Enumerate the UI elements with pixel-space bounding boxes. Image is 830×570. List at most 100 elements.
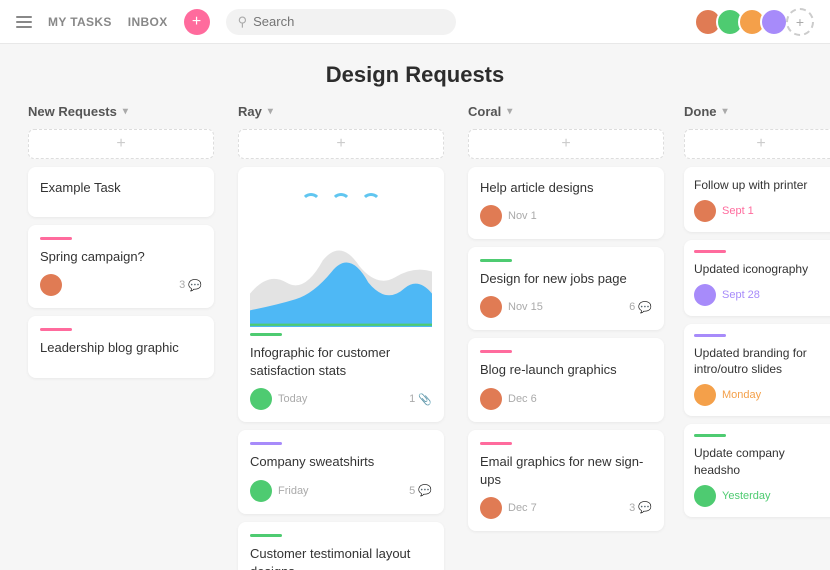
column-ray: Ray ▾ + — [226, 104, 456, 570]
column-title-coral: Coral — [468, 104, 501, 119]
add-card-done[interactable]: + — [684, 129, 830, 159]
add-card-coral[interactable]: + — [468, 129, 664, 159]
comment-count: 5 💬 — [409, 484, 432, 497]
top-nav: MY TASKS INBOX + ⚲ + — [0, 0, 830, 44]
card-date: Friday — [278, 485, 309, 497]
add-card-new-requests[interactable]: + — [28, 129, 214, 159]
column-done: Done ▾ + Follow up with printer Sept 1 U… — [676, 104, 830, 570]
card-title: Updated branding for intro/outro slides — [694, 345, 828, 379]
column-header-new-requests: New Requests ▾ — [28, 104, 214, 119]
avatar — [250, 480, 272, 502]
page-title: Design Requests — [0, 62, 830, 88]
card-bar — [250, 333, 282, 336]
card-bar — [694, 250, 726, 253]
card-spring-campaign: Spring campaign? 3 💬 — [28, 225, 214, 308]
search-bar: ⚲ — [226, 9, 456, 35]
inbox-tab[interactable]: INBOX — [128, 15, 168, 29]
card-title: Infographic for customer satisfaction st… — [250, 344, 432, 380]
card-date: Monday — [722, 389, 761, 401]
card-design-jobs: Design for new jobs page Nov 15 6 💬 — [468, 247, 664, 330]
card-help-article: Help article designs Nov 1 — [468, 167, 664, 239]
card-title: Company sweatshirts — [250, 453, 432, 471]
card-follow-up-printer: Follow up with printer Sept 1 — [684, 167, 830, 232]
card-footer: Nov 15 6 💬 — [480, 296, 652, 318]
avatar — [694, 485, 716, 507]
add-task-button[interactable]: + — [184, 9, 210, 35]
card-date: Today — [278, 393, 307, 405]
column-coral: Coral ▾ + Help article designs Nov 1 Des… — [456, 104, 676, 570]
search-input[interactable] — [253, 14, 444, 29]
card-title: Design for new jobs page — [480, 270, 652, 288]
avatar — [40, 274, 62, 296]
chevron-down-icon: ▾ — [123, 106, 128, 117]
card-title: Help article designs — [480, 179, 652, 197]
menu-icon[interactable] — [16, 16, 32, 28]
card-footer: Dec 6 — [480, 388, 652, 410]
chevron-down-icon: ▾ — [268, 106, 273, 117]
column-header-coral: Coral ▾ — [468, 104, 664, 119]
attachment-count: 1 📎 — [409, 393, 432, 406]
card-title: Example Task — [40, 179, 202, 197]
chevron-down-icon: ▾ — [507, 106, 512, 117]
comment-icon: 💬 — [188, 279, 202, 292]
loading-dot-2 — [331, 193, 351, 213]
loading-dot-1 — [301, 193, 321, 213]
card-infographic: Infographic for customer satisfaction st… — [238, 167, 444, 422]
card-date: Yesterday — [722, 490, 771, 502]
my-tasks-tab[interactable]: MY TASKS — [48, 15, 112, 29]
team-avatars: + — [694, 8, 814, 36]
card-footer: Sept 1 — [694, 200, 828, 222]
card-bar — [40, 328, 72, 331]
card-date: Dec 7 — [508, 502, 537, 514]
paperclip-icon: 📎 — [418, 393, 432, 406]
card-footer: Friday 5 💬 — [250, 480, 432, 502]
comment-icon: 💬 — [418, 484, 432, 497]
card-footer: Yesterday — [694, 485, 828, 507]
card-date: Dec 6 — [508, 393, 537, 405]
card-title: Leadership blog graphic — [40, 339, 202, 357]
column-new-requests: New Requests ▾ + Example Task Spring cam… — [16, 104, 226, 570]
avatar — [480, 296, 502, 318]
loading-indicator — [250, 193, 432, 213]
card-blog-relaunch: Blog re-launch graphics Dec 6 — [468, 338, 664, 421]
card-bar — [250, 534, 282, 537]
column-title-ray: Ray — [238, 104, 262, 119]
kanban-board: New Requests ▾ + Example Task Spring cam… — [0, 104, 830, 570]
loading-dot-3 — [361, 193, 381, 213]
card-date: Sept 1 — [722, 205, 754, 217]
chevron-down-icon: ▾ — [723, 106, 728, 117]
card-footer: Monday — [694, 384, 828, 406]
card-bar — [40, 237, 72, 240]
card-email-graphics: Email graphics for new sign-ups Dec 7 3 … — [468, 430, 664, 531]
card-footer: 3 💬 — [40, 274, 202, 296]
search-icon: ⚲ — [238, 14, 248, 30]
card-footer: Nov 1 — [480, 205, 652, 227]
card-date: Nov 15 — [508, 301, 543, 313]
comment-count: 3 💬 — [629, 501, 652, 514]
avatar — [694, 384, 716, 406]
card-bar — [694, 334, 726, 337]
comment-count: 6 💬 — [629, 301, 652, 314]
card-date: Nov 1 — [508, 210, 537, 222]
card-title: Email graphics for new sign-ups — [480, 453, 652, 489]
card-bar — [694, 434, 726, 437]
comment-count: 3 💬 — [179, 279, 202, 292]
card-title: Update company headsho — [694, 445, 828, 479]
card-title: Blog re-launch graphics — [480, 361, 652, 379]
card-title: Follow up with printer — [694, 177, 828, 194]
card-updated-branding: Updated branding for intro/outro slides … — [684, 324, 830, 417]
column-title-done: Done — [684, 104, 717, 119]
comment-icon: 💬 — [638, 301, 652, 314]
page-header: Design Requests — [0, 44, 830, 104]
chart-svg — [250, 227, 432, 327]
card-bar — [480, 259, 512, 262]
avatar-4 — [760, 8, 788, 36]
card-bar — [480, 442, 512, 445]
avatar — [250, 388, 272, 410]
card-date: Sept 28 — [722, 289, 760, 301]
avatar — [480, 388, 502, 410]
add-card-ray[interactable]: + — [238, 129, 444, 159]
add-member-button[interactable]: + — [786, 8, 814, 36]
card-footer: Dec 7 3 💬 — [480, 497, 652, 519]
card-customer-testimonial: Customer testimonial layout designs Nov … — [238, 522, 444, 570]
